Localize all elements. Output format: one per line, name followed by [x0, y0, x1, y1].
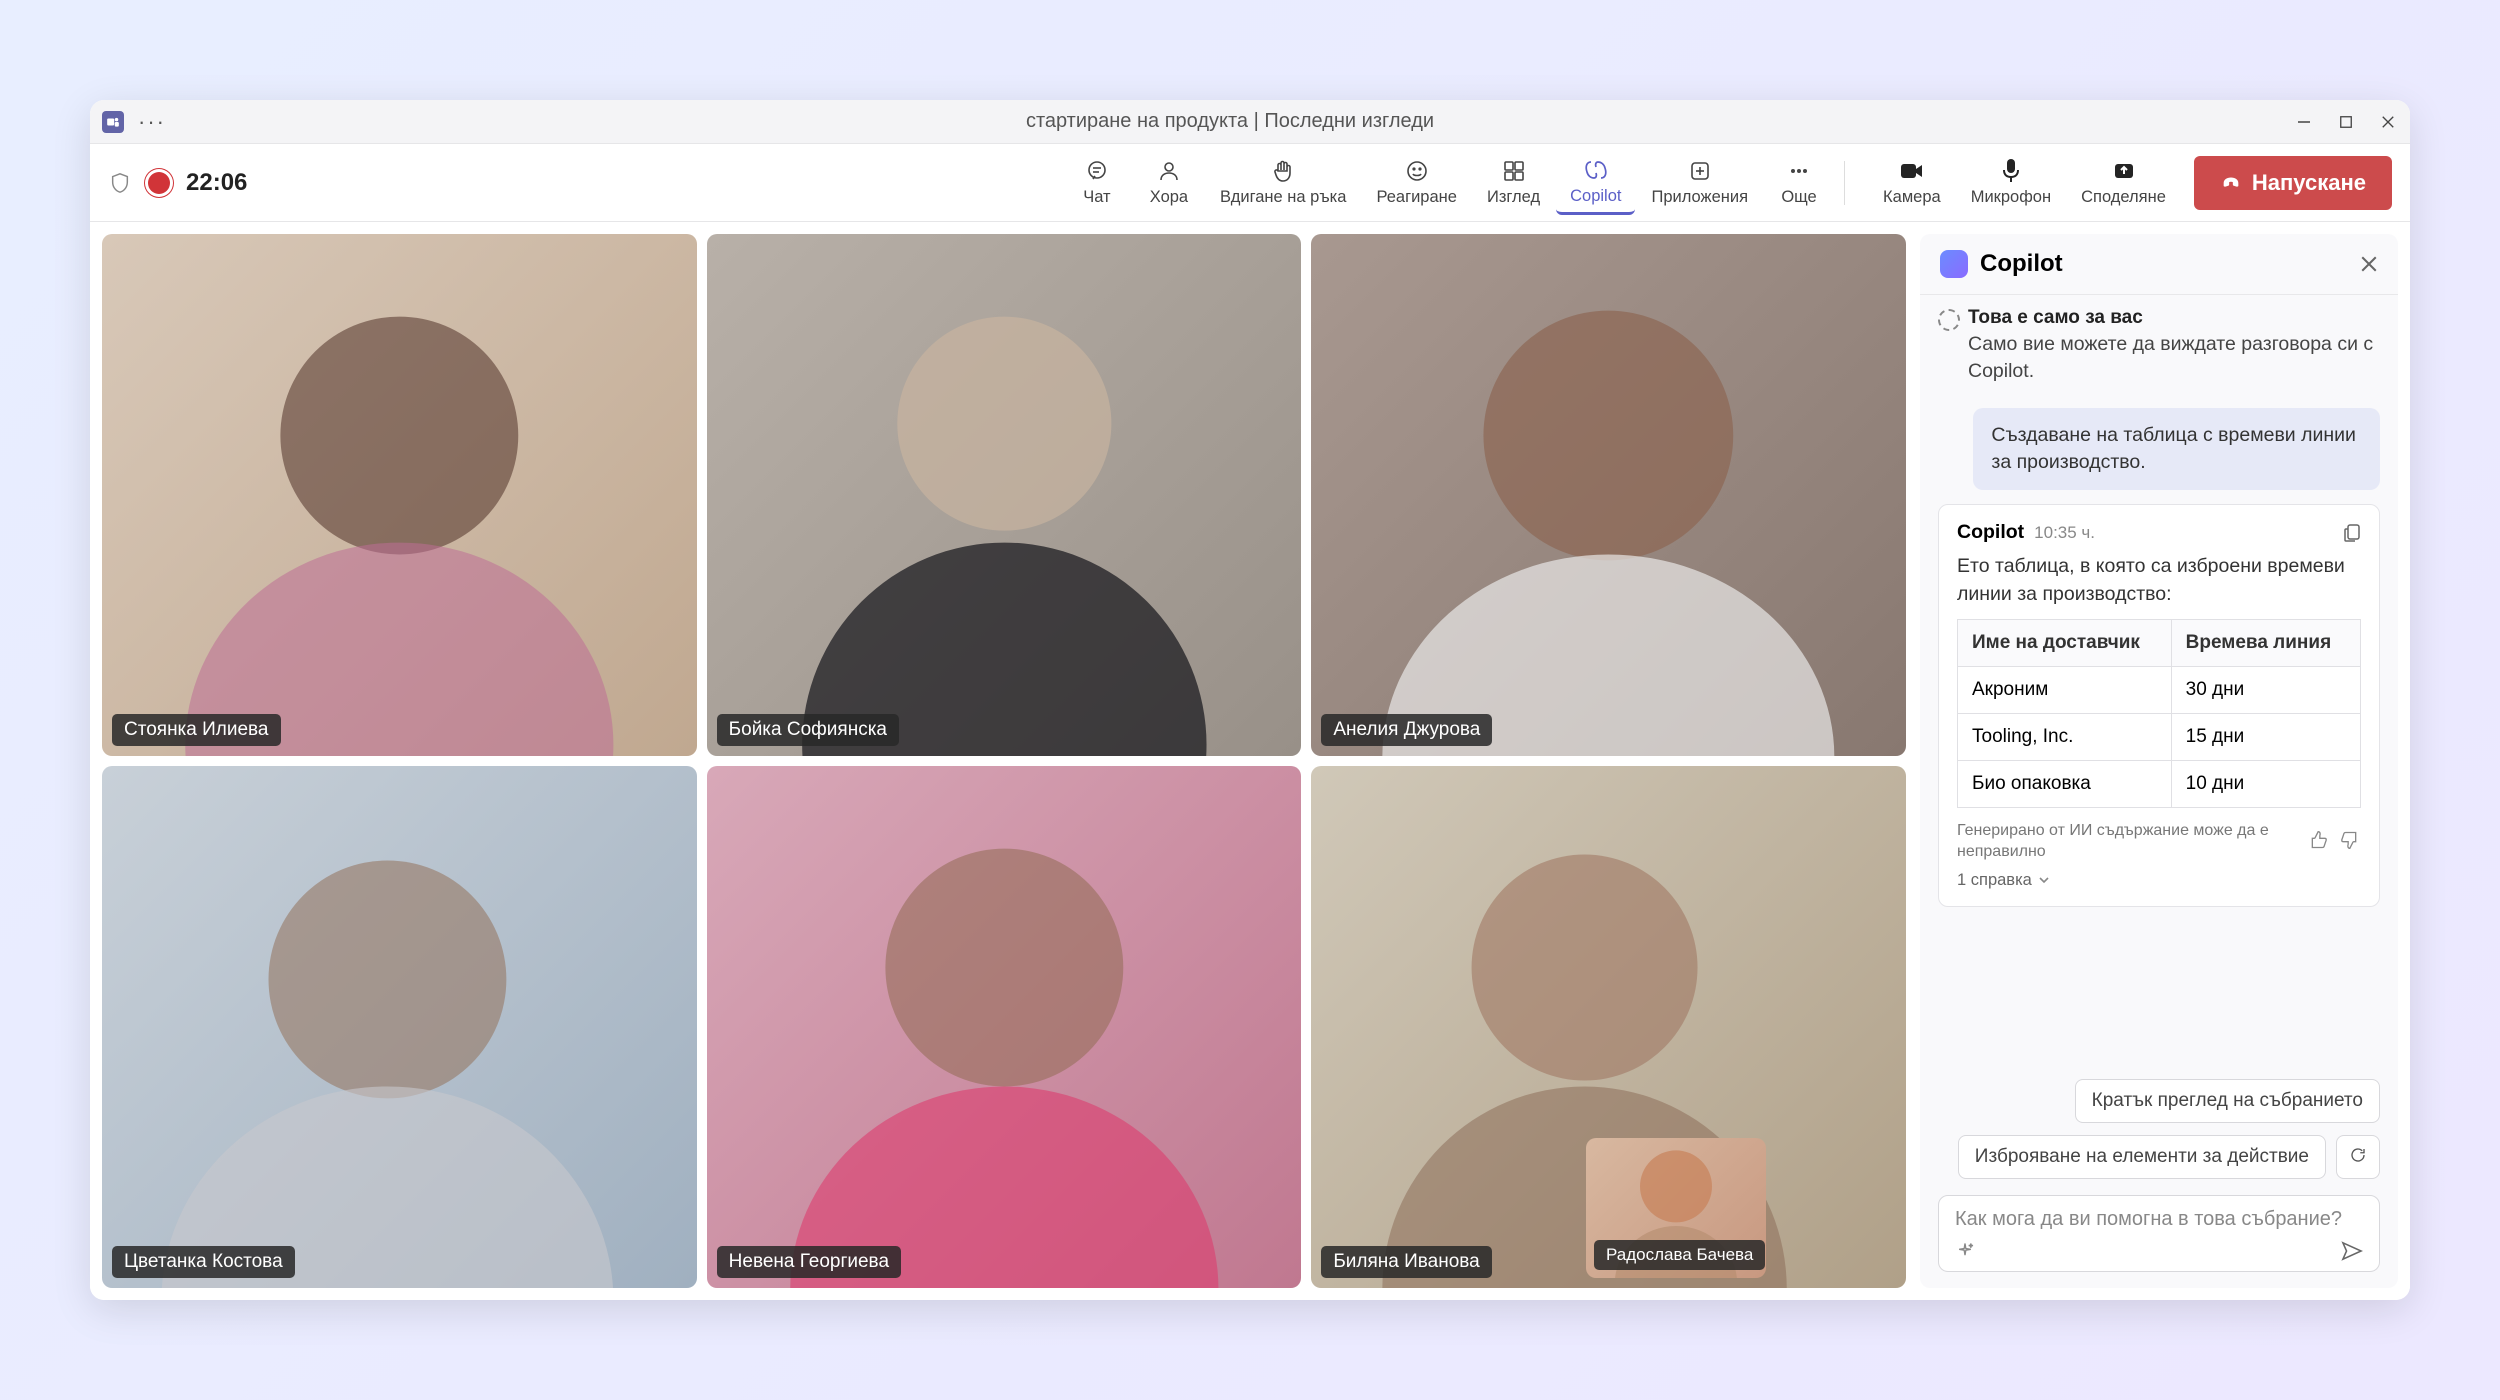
titlebar: ··· стартиране на продукта | Последни из…: [90, 100, 2410, 144]
main-area: Стоянка Илиева Бойка Софиянска Анелия Дж…: [90, 222, 2410, 1300]
share-icon: [2112, 158, 2136, 184]
participant-name: Биляна Иванова: [1321, 1246, 1491, 1278]
close-window-button[interactable]: [2378, 112, 2398, 132]
refresh-suggestions-button[interactable]: [2336, 1135, 2380, 1179]
window-title: стартиране на продукта | Последни изглед…: [166, 110, 2294, 133]
send-button[interactable]: [2341, 1241, 2363, 1261]
participant-name: Цветанка Костова: [112, 1246, 295, 1278]
thumbs-down-button[interactable]: [2339, 830, 2361, 852]
camera-icon: [1899, 158, 1925, 184]
video-tile[interactable]: Биляна Иванова Радослава Бачева: [1311, 766, 1906, 1288]
table-row: Tooling, Inc.15 дни: [1958, 713, 2361, 760]
response-intro: Ето таблица, в която са изброени времеви…: [1957, 552, 2361, 609]
participant-name: Стоянка Илиева: [112, 714, 281, 746]
app-window: ··· стартиране на продукта | Последни из…: [90, 100, 2410, 1300]
video-tile[interactable]: Анелия Джурова: [1311, 234, 1906, 756]
copilot-header: Copilot: [1920, 234, 2398, 295]
video-tile[interactable]: Бойка Софиянска: [707, 234, 1302, 756]
notice-body: Само вие можете да виждате разговора си …: [1968, 331, 2376, 386]
user-message: Създаване на таблица с времеви линии за …: [1973, 408, 2380, 491]
suggestions-row: Кратък преглед на събранието: [1920, 1073, 2398, 1129]
self-name: Радослава Бачева: [1594, 1240, 1765, 1270]
references-toggle[interactable]: 1 справка: [1957, 871, 2361, 890]
more-icon: [1787, 158, 1811, 184]
table-header: Времева линия: [2171, 619, 2360, 666]
table-row: Акроним30 дни: [1958, 666, 2361, 713]
toolbar-separator: [1844, 161, 1845, 205]
copilot-icon: [1583, 157, 1609, 183]
table-row: Био опаковка10 дни: [1958, 760, 2361, 807]
more-button[interactable]: Още: [1764, 152, 1834, 213]
chat-icon: [1085, 158, 1109, 184]
privacy-shield-icon[interactable]: [108, 171, 132, 195]
copilot-logo-icon: [1940, 250, 1968, 278]
participant-name: Анелия Джурова: [1321, 714, 1492, 746]
copilot-panel: Copilot Това е само за вас Само вие може…: [1920, 234, 2398, 1288]
mic-icon: [2001, 158, 2021, 184]
people-icon: [1157, 158, 1181, 184]
suggestion-chip[interactable]: Кратък преглед на събранието: [2075, 1079, 2380, 1123]
people-button[interactable]: Хора: [1134, 152, 1204, 213]
camera-button[interactable]: Камера: [1869, 152, 1955, 213]
video-tile[interactable]: Стоянка Илиева: [102, 234, 697, 756]
copy-button[interactable]: [2343, 523, 2361, 543]
thumbs-up-button[interactable]: [2309, 830, 2331, 852]
chat-button[interactable]: Чат: [1062, 152, 1132, 213]
close-panel-button[interactable]: [2360, 255, 2378, 273]
leave-icon: [2220, 172, 2242, 194]
chevron-down-icon: [2038, 874, 2050, 886]
mic-button[interactable]: Микрофон: [1957, 152, 2065, 213]
suggestions-row: Изброяване на елементи за действие: [1920, 1129, 2398, 1185]
raise-hand-icon: [1271, 158, 1295, 184]
teams-app-icon: [102, 111, 124, 133]
copilot-title: Copilot: [1980, 250, 2348, 278]
copilot-input[interactable]: [1955, 1208, 2363, 1231]
response-time: 10:35 ч.: [2034, 523, 2095, 543]
meeting-timer: 22:06: [186, 169, 247, 197]
response-author: Copilot: [1957, 521, 2024, 544]
suggestion-chip[interactable]: Изброяване на елементи за действие: [1958, 1135, 2326, 1179]
view-button[interactable]: Изглед: [1473, 152, 1554, 213]
table-header: Име на доставчик: [1958, 619, 2172, 666]
copilot-input-area: [1938, 1195, 2380, 1272]
response-table: Име на доставчик Времева линия Акроним30…: [1957, 619, 2361, 808]
self-video-pip[interactable]: Радослава Бачева: [1586, 1138, 1766, 1278]
apps-button[interactable]: Приложения: [1637, 152, 1762, 213]
raise-hand-button[interactable]: Вдигане на ръка: [1206, 152, 1361, 213]
recording-indicator-icon: [148, 172, 170, 194]
video-tile[interactable]: Невена Георгиева: [707, 766, 1302, 1288]
privacy-notice: Това е само за вас Само вие можете да ви…: [1938, 305, 2380, 394]
share-button[interactable]: Споделяне: [2067, 152, 2180, 213]
ai-disclaimer: Генерирано от ИИ съдържание може да е не…: [1957, 820, 2301, 863]
copilot-button[interactable]: Copilot: [1556, 151, 1635, 215]
copilot-messages: Това е само за вас Само вие можете да ви…: [1920, 295, 2398, 1073]
app-menu-button[interactable]: ···: [138, 109, 166, 135]
apps-icon: [1688, 158, 1712, 184]
sparkle-button[interactable]: [1955, 1241, 1975, 1261]
leave-button[interactable]: Напускане: [2194, 156, 2392, 210]
participant-name: Невена Георгиева: [717, 1246, 901, 1278]
maximize-button[interactable]: [2336, 112, 2356, 132]
emoji-icon: [1405, 158, 1429, 184]
notice-title: Това е само за вас: [1968, 307, 2376, 329]
video-tile[interactable]: Цветанка Костова: [102, 766, 697, 1288]
grid-icon: [1502, 158, 1526, 184]
meeting-toolbar: 22:06 Чат Хора Вдигане на ръка Реагиране…: [90, 144, 2410, 222]
react-button[interactable]: Реагиране: [1362, 152, 1471, 213]
video-grid: Стоянка Илиева Бойка Софиянска Анелия Дж…: [102, 234, 1906, 1288]
participant-name: Бойка Софиянска: [717, 714, 899, 746]
minimize-button[interactable]: [2294, 112, 2314, 132]
copilot-response: Copilot 10:35 ч. Ето таблица, в която са…: [1938, 504, 2380, 907]
